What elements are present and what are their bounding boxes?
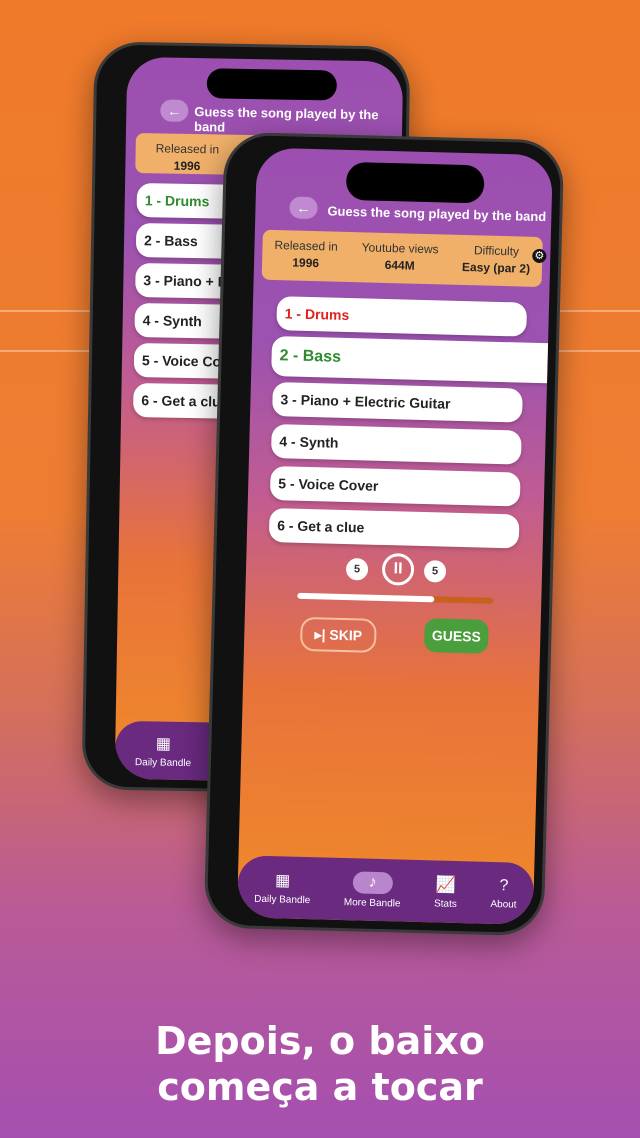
bottom-nav: ▦ Daily Bandle ♪ More Bandle 📈 Stats ? About xyxy=(236,855,535,926)
clue-item-drums[interactable]: 1 - Drums xyxy=(276,296,528,337)
rewind-label: 5 xyxy=(353,563,361,576)
clue-label: 2 - Bass xyxy=(279,347,342,366)
progress-fill xyxy=(297,592,435,603)
calendar-icon: ▦ xyxy=(274,871,291,890)
caption-line-2: começa a tocar xyxy=(157,1065,483,1109)
calendar-icon: ▦ xyxy=(155,734,172,753)
nav-about[interactable]: ? About xyxy=(490,876,517,910)
views-label: Youtube views xyxy=(361,240,439,257)
caption-line-1: Depois, o baixo xyxy=(155,1019,485,1063)
forward-5-button[interactable]: 5 xyxy=(423,560,447,583)
nav-label: About xyxy=(490,898,517,911)
back-button[interactable]: ← xyxy=(289,196,318,220)
page-title: Guess the song played by the band xyxy=(327,203,547,225)
pause-button[interactable]: II xyxy=(381,552,415,586)
progress-bar[interactable] xyxy=(297,592,494,604)
music-icon: ♪ xyxy=(352,870,393,894)
front-phone: ← Guess the song played by the band Rele… xyxy=(203,131,565,937)
nav-daily-bandle[interactable]: ▦ Daily Bandle xyxy=(254,869,311,906)
nav-label: Daily Bandle xyxy=(254,893,311,906)
released-value: 1996 xyxy=(292,255,320,271)
guitar-icon: 🎸 xyxy=(547,354,553,372)
clue-item[interactable]: 3 - Piano + Electric Guitar xyxy=(272,382,523,423)
nav-label: Daily Bandle xyxy=(134,756,192,769)
rewind-5-button[interactable]: 5 xyxy=(345,558,369,581)
released-label: Released in xyxy=(155,141,220,157)
nav-daily-bandle[interactable]: ▦ Daily Bandle xyxy=(135,733,192,769)
gear-icon[interactable]: ⚙ xyxy=(532,248,547,264)
clue-item[interactable]: 5 - Voice Cover xyxy=(269,466,521,507)
released-value: 1996 xyxy=(173,158,201,174)
clue-item[interactable]: 4 - Synth xyxy=(270,424,522,465)
clue-item-bass-active[interactable]: 2 - Bass 🎸 xyxy=(271,336,553,385)
front-screen: ← Guess the song played by the band Rele… xyxy=(236,147,553,926)
released-label: Released in xyxy=(274,238,339,254)
skip-button[interactable]: ▸| SKIP xyxy=(299,616,377,653)
views-info: Youtube views 644M xyxy=(361,240,439,284)
song-info: Released in 1996 Youtube views 644M Diffic… xyxy=(261,229,543,288)
skip-label: SKIP xyxy=(329,626,363,644)
difficulty-label: Difficulty xyxy=(473,243,520,259)
guess-button[interactable]: GUESS xyxy=(423,618,489,654)
released-info: Released in 1996 xyxy=(274,238,338,282)
back-button[interactable]: ← xyxy=(160,99,189,122)
nav-more-bandle[interactable]: ♪ More Bandle xyxy=(343,870,402,910)
chart-icon: 📈 xyxy=(435,875,457,894)
question-icon: ? xyxy=(499,876,509,894)
caption: Depois, o baixo começa a tocar xyxy=(0,1018,640,1110)
clue-item[interactable]: 6 - Get a clue xyxy=(268,507,520,549)
nav-label: Stats xyxy=(433,897,457,910)
nav-label: More Bandle xyxy=(343,896,401,910)
forward-label: 5 xyxy=(431,565,439,578)
nav-stats[interactable]: 📈 Stats xyxy=(434,874,458,910)
difficulty-value: Easy (par 2) xyxy=(461,259,531,276)
views-value: 644M xyxy=(384,257,415,273)
difficulty-info: Difficulty Easy (par 2) xyxy=(462,243,531,287)
